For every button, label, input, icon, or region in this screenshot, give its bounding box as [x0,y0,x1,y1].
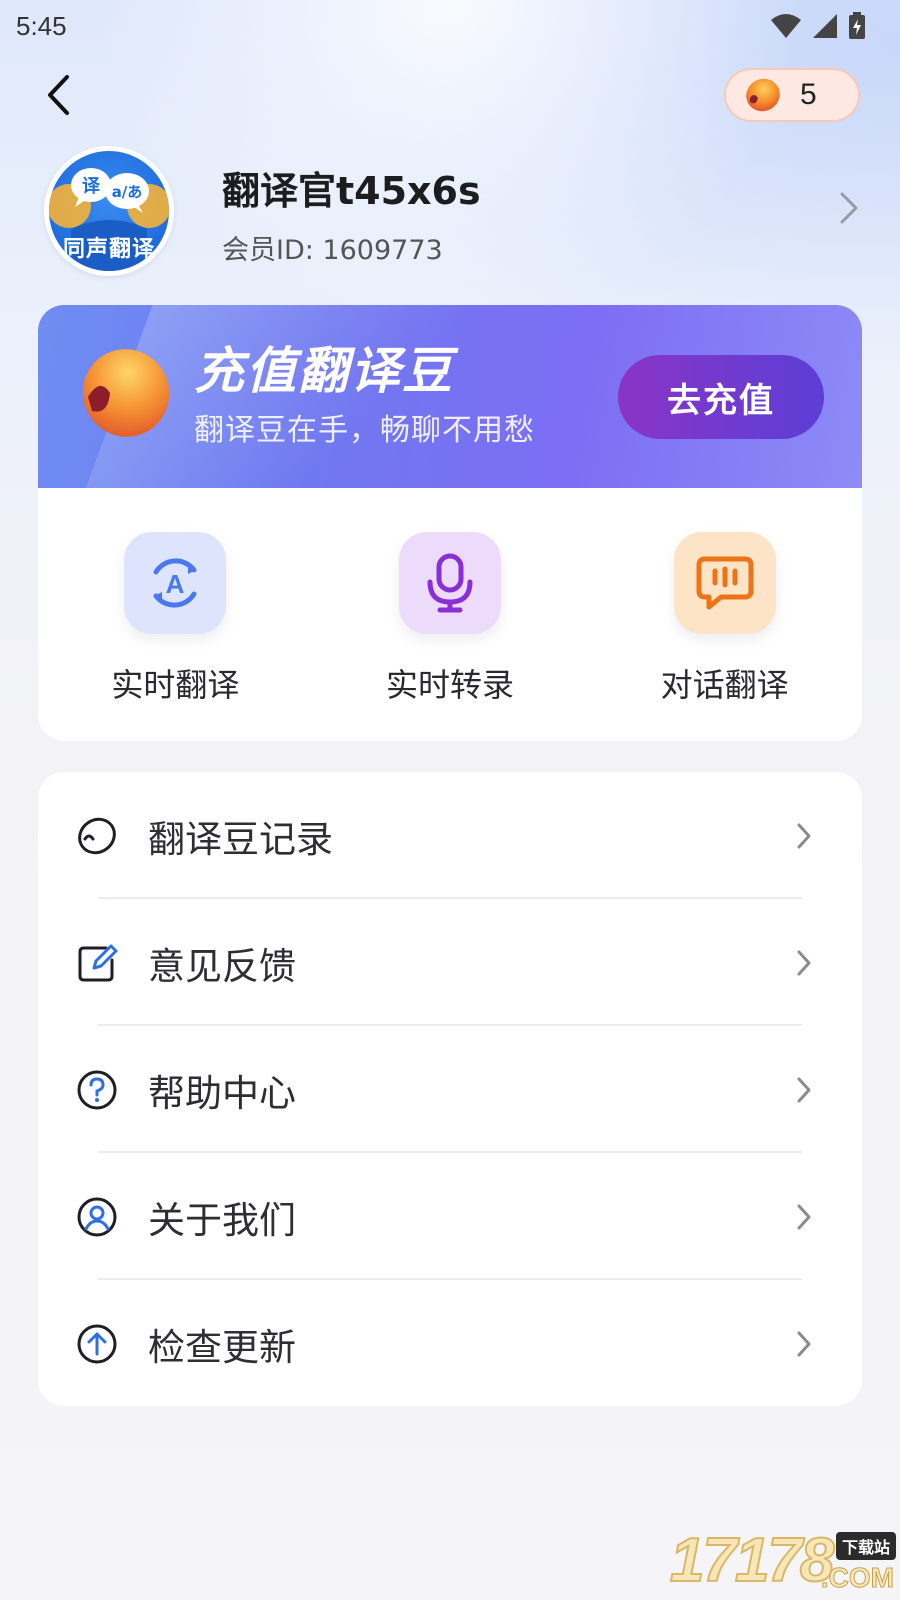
chevron-right-icon [797,823,811,848]
status-icons [770,12,866,40]
wifi-icon [771,14,801,38]
recharge-banner[interactable]: 充值翻译豆 翻译豆在手，畅聊不用愁 去充值 [38,305,862,515]
feature-dialogue-translation[interactable]: 对话翻译 [587,488,862,741]
user-icon [77,1197,117,1236]
bean-icon [746,78,780,112]
edit-icon [78,944,118,981]
bean-icon [78,817,116,854]
settings-menu: 翻译豆记录 意见反馈 帮助中心 关于我们 检查更新 [38,772,862,1406]
menu-label: 意见反馈 [148,944,296,988]
feature-realtime-translation[interactable]: A 实时翻译 [38,488,313,741]
avatar[interactable]: 译 a/あ 同声翻译 [44,146,174,276]
avatar-caption: 同声翻译 [62,237,155,262]
feature-label: 实时转录 [386,666,515,704]
banner-subtitle: 翻译豆在手，畅聊不用愁 [194,413,535,448]
menu-label: 关于我们 [148,1198,296,1242]
microphone-icon [427,553,473,613]
feature-grid: A 实时翻译 实时转录 对话翻译 [38,488,862,741]
feature-icon-tile: A [124,532,227,634]
menu-label: 翻译豆记录 [148,817,333,861]
feature-label: 实时翻译 [111,666,240,704]
feature-realtime-transcription[interactable]: 实时转录 [313,488,588,741]
status-time: 5:45 [16,10,67,41]
chevron-right-icon [840,192,858,224]
beans-balance-pill[interactable]: 5 [724,68,860,122]
beans-count: 5 [800,78,817,111]
site-watermark: 17178 下载站 .COM [669,1525,900,1600]
banner-title: 充值翻译豆 [194,342,454,400]
menu-item-check-update[interactable]: 检查更新 [38,1280,862,1407]
watermark-tag: 下载站 [835,1532,896,1560]
back-button[interactable] [38,70,78,120]
translate-a-icon: A [153,558,197,608]
chevron-right-icon [797,950,811,975]
feature-label: 对话翻译 [660,666,789,704]
chat-bubble-icon [696,556,754,610]
battery-icon [849,12,865,39]
profile-name: 翻译官t45x6s [222,169,481,213]
watermark-suffix: .COM [820,1562,894,1594]
svg-text:A: A [166,569,185,599]
back-arrow-icon [48,75,69,115]
menu-label: 检查更新 [148,1325,296,1369]
feature-icon-tile [399,532,501,634]
profile-header[interactable]: 译 a/あ 同声翻译 翻译官t45x6s 会员ID: 1609773 [44,146,860,276]
avatar-bubble-left: 译 [82,176,101,197]
feature-icon-tile [673,532,776,634]
chevron-right-icon [797,1204,811,1229]
upload-arrow-icon [77,1324,117,1363]
menu-item-feedback[interactable]: 意见反馈 [38,899,862,1026]
avatar-bubble-right: a/あ [112,183,143,201]
status-bar: 5:45 [0,0,900,52]
bean-illustration-icon [82,349,170,437]
recharge-button[interactable]: 去充值 [618,355,824,439]
menu-item-help-center[interactable]: 帮助中心 [38,1026,862,1153]
member-id: 会员ID: 1609773 [222,235,443,266]
menu-item-about-us[interactable]: 关于我们 [38,1153,862,1280]
help-icon [77,1070,117,1109]
watermark-digits: 17178 [669,1525,835,1596]
recharge-and-features-card: 充值翻译豆 翻译豆在手，畅聊不用愁 去充值 A 实时翻译 实时转录 对话翻译 [38,305,862,741]
chevron-right-icon [797,1331,811,1356]
menu-label: 帮助中心 [148,1071,296,1115]
chevron-right-icon [797,1077,811,1102]
signal-icon [813,14,837,38]
menu-item-bean-records[interactable]: 翻译豆记录 [38,772,862,899]
